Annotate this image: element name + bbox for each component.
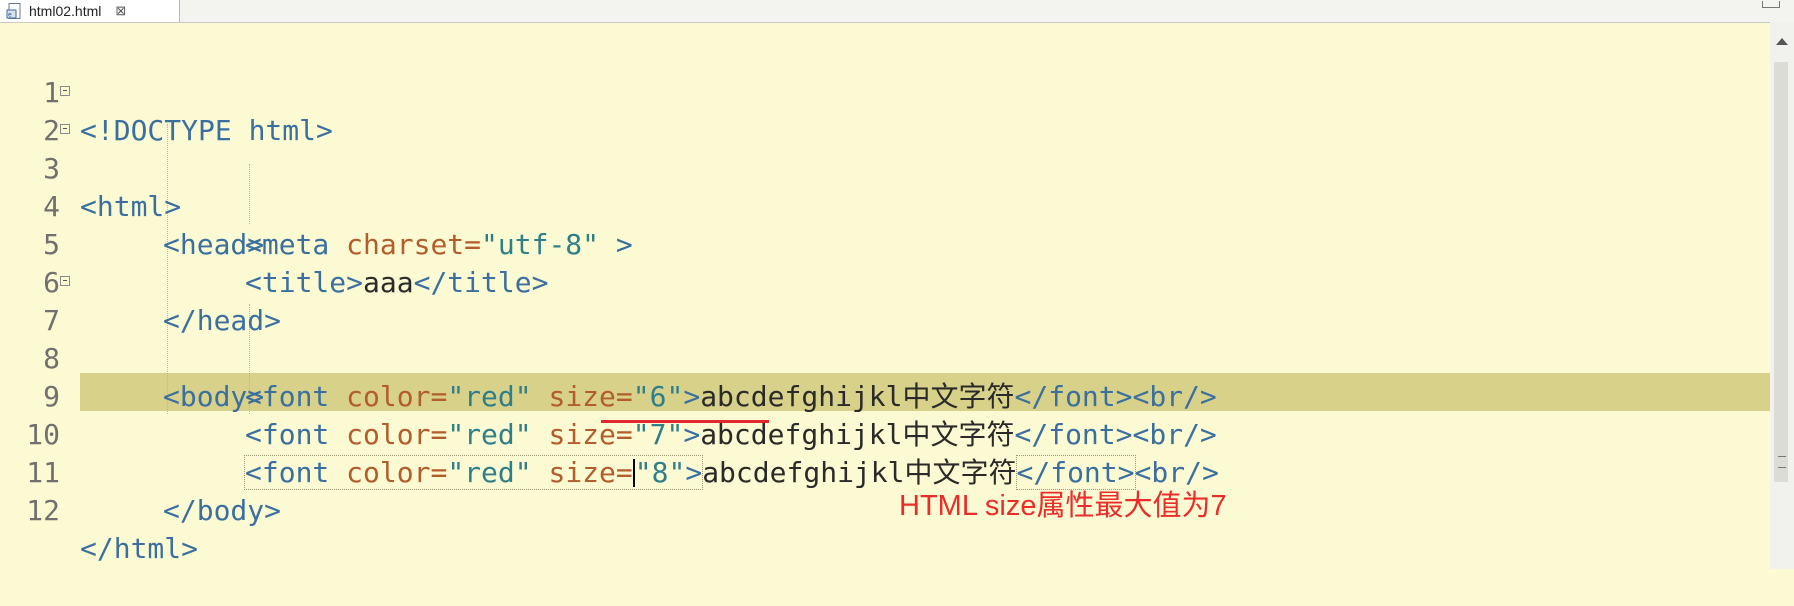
red-underline-annotation — [601, 420, 769, 423]
vertical-scrollbar[interactable] — [1770, 22, 1794, 569]
scroll-up-icon[interactable] — [1776, 38, 1788, 45]
annotation-note: HTML size属性最大值为7 — [899, 490, 1227, 522]
code-line[interactable]: 9 <font color="red" size="7">abcdefghijk… — [0, 340, 1770, 451]
fold-collapse-icon[interactable] — [60, 124, 70, 134]
editor-tab-bar: e html02.html ⊠ — [0, 0, 1794, 23]
code-text: </html> — [80, 530, 198, 568]
tag: </html> — [80, 532, 199, 565]
tab-filename: html02.html — [29, 3, 102, 19]
svg-text:e: e — [8, 12, 12, 19]
code-line[interactable]: 3 <head> — [0, 112, 1770, 261]
code-line[interactable]: 7 <body> — [0, 264, 1770, 413]
tab-html02[interactable]: e html02.html ⊠ — [0, 0, 180, 22]
scroll-thumb[interactable] — [1774, 62, 1788, 482]
code-line[interactable]: 8 <font color="red" size="6">abcdefghijk… — [0, 302, 1770, 413]
line-number: 12 — [26, 494, 60, 527]
code-line[interactable]: 11 </body> — [0, 416, 1770, 527]
tab-close-icon[interactable]: ⊠ — [115, 3, 126, 19]
scroll-grip-icon — [1778, 456, 1786, 468]
code-line[interactable]: 2 <html> — [0, 74, 1770, 223]
fold-collapse-icon[interactable] — [60, 86, 70, 96]
code-line[interactable]: 5 <title>aaa</title> — [0, 188, 1770, 299]
tag: </body> — [163, 494, 282, 527]
minimize-icon[interactable] — [1762, 1, 1780, 8]
html-file-icon: e — [6, 2, 24, 20]
code-line[interactable]: 4 <meta charset="utf-8" > — [0, 150, 1770, 261]
code-editor[interactable]: 1 <!DOCTYPE html> 2 <html> 3 <head> 4 <m… — [0, 24, 1770, 569]
code-line[interactable]: 1 <!DOCTYPE html> — [0, 36, 1770, 147]
code-line[interactable]: 6 </head> — [0, 226, 1770, 337]
code-text: </body> — [163, 492, 281, 530]
code-line[interactable]: 12 </html> — [0, 454, 1770, 565]
code-line-current[interactable]: 10 <font color="red" size="8">abcdefghij… — [0, 378, 1770, 490]
fold-collapse-icon[interactable] — [60, 276, 70, 286]
